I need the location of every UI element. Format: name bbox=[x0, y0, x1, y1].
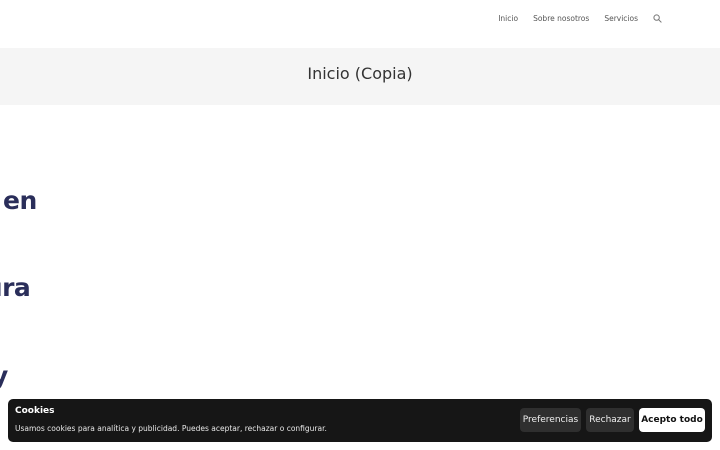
search-icon[interactable] bbox=[652, 13, 662, 23]
hero-text-line-3: y bbox=[0, 361, 8, 390]
main-nav: Inicio Sobre nosotros Servicios bbox=[483, 10, 662, 26]
cookie-banner: Cookies Usamos cookies para analítica y … bbox=[8, 399, 712, 442]
cookie-reject-button[interactable]: Rechazar bbox=[586, 408, 634, 432]
hero-text-line-1: en bbox=[3, 186, 37, 215]
nav-item-inicio[interactable]: Inicio bbox=[498, 14, 518, 23]
site-header: Inicio Sobre nosotros Servicios bbox=[0, 0, 720, 48]
cookie-preferences-button[interactable]: Preferencias bbox=[520, 408, 581, 432]
cookie-text: Usamos cookies para analítica y publicid… bbox=[15, 424, 327, 433]
page-title-band: Inicio (Copia) bbox=[0, 48, 720, 105]
nav-item-sobre-nosotros[interactable]: Sobre nosotros bbox=[533, 14, 589, 23]
cookie-title: Cookies bbox=[15, 406, 55, 416]
page-title: Inicio (Copia) bbox=[307, 64, 413, 83]
nav-item-servicios[interactable]: Servicios bbox=[604, 14, 638, 23]
hero-text-line-2: ıra bbox=[0, 273, 31, 302]
cookie-accept-all-button[interactable]: Acepto todo bbox=[639, 408, 705, 432]
